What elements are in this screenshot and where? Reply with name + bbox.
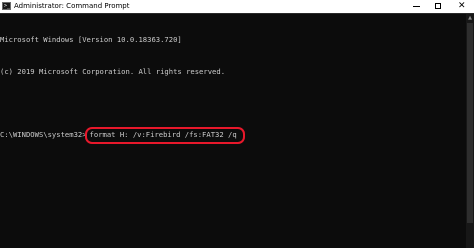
scroll-thumb[interactable] — [467, 23, 473, 223]
command-highlight: format H: /v:Firebird /fs:FAT32 /q — [84, 126, 245, 144]
command-line[interactable]: C:\WINDOWS\system32> format H: /v:Firebir… — [0, 126, 466, 144]
minimize-button[interactable] — [406, 0, 428, 13]
copyright-line: (c) 2019 Microsoft Corporation. All righ… — [0, 66, 226, 76]
title-bar[interactable]: >_ Administrator: Command Prompt ✕ — [0, 0, 474, 14]
terminal-icon-glyph: >_ — [4, 3, 11, 9]
minimize-icon — [413, 6, 420, 7]
console-output[interactable]: Microsoft Windows [Version 10.0.18363.72… — [0, 14, 466, 248]
scroll-up-arrow-icon[interactable]: ▲ — [466, 14, 474, 22]
window-title: Administrator: Command Prompt — [14, 2, 130, 10]
command-prompt-window: >_ Administrator: Command Prompt ✕ Micro… — [0, 0, 474, 248]
terminal-icon: >_ — [2, 2, 11, 10]
command-text[interactable]: format H: /v:Firebird /fs:FAT32 /q — [90, 130, 237, 139]
prompt-path: C:\WINDOWS\system32> — [0, 129, 87, 139]
version-line: Microsoft Windows [Version 10.0.18363.72… — [0, 35, 182, 44]
vertical-scrollbar[interactable]: ▲ — [466, 14, 474, 248]
close-icon: ✕ — [458, 1, 466, 11]
maximize-button[interactable] — [428, 0, 450, 13]
close-button[interactable]: ✕ — [450, 0, 474, 13]
maximize-icon — [435, 3, 441, 9]
